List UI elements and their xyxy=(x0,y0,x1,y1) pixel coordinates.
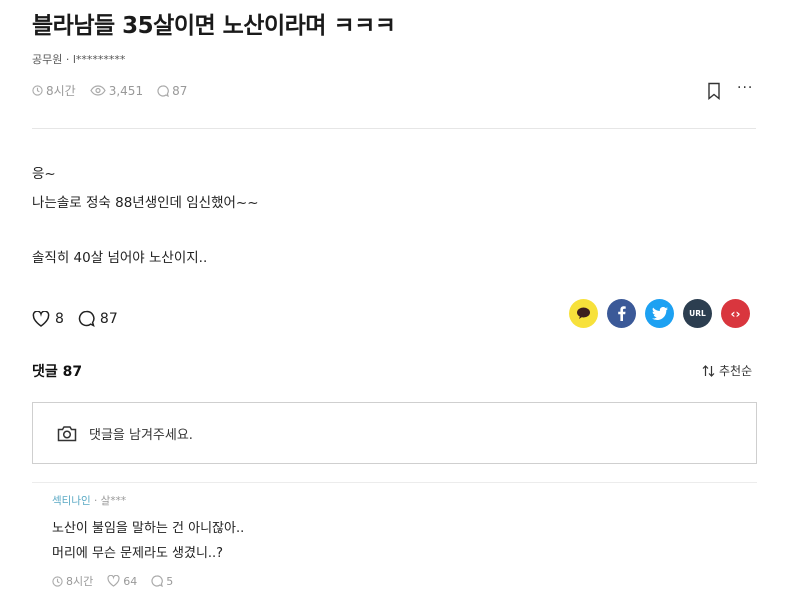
post-views-label: 3,451 xyxy=(108,83,144,98)
sort-label: 추천순 xyxy=(719,364,753,378)
comment-time: 8시간 xyxy=(52,573,93,589)
comment-handle: · 살*** xyxy=(93,495,127,507)
twitter-icon xyxy=(651,307,668,320)
post-reactions: 8 87 xyxy=(32,310,132,327)
comment-icon xyxy=(157,84,169,97)
comment-author[interactable]: 섹티나인 · 살*** xyxy=(52,493,126,508)
facebook-icon xyxy=(618,306,626,321)
divider xyxy=(32,482,757,483)
sort-button[interactable]: 추천순 xyxy=(702,362,752,379)
embed-share-button[interactable]: ‹› xyxy=(721,299,750,328)
eye-icon xyxy=(90,85,106,96)
comment-reply-button[interactable]: 5 xyxy=(151,575,173,588)
post-body-line: 나는솔로 정숙 88년생인데 임신했어~~ xyxy=(32,195,259,211)
post-time: 8시간 xyxy=(32,82,76,99)
comment-text-line: 머리에 무슨 문제라도 생겼니..? xyxy=(52,546,224,561)
comment-input-placeholder: 댓글을 남겨주세요. xyxy=(89,427,193,443)
kakao-share-button[interactable] xyxy=(569,299,598,328)
comment-nickname: 섹티나인 xyxy=(52,495,91,507)
post-comments: 87 xyxy=(157,84,187,98)
comment-input[interactable]: 댓글을 남겨주세요. xyxy=(32,402,757,464)
comment-time-label: 8시간 xyxy=(66,575,94,588)
more-button[interactable]: ··· xyxy=(737,80,753,96)
camera-icon[interactable] xyxy=(57,425,77,442)
comment-like-button[interactable]: 64 xyxy=(107,575,137,588)
twitter-share-button[interactable] xyxy=(645,299,674,328)
heart-icon xyxy=(107,575,120,587)
comment-count: 87 xyxy=(99,310,118,327)
comment-meta: 8시간 64 5 xyxy=(52,573,187,589)
comment-text-line: 노산이 불임을 말하는 건 아니잖아.. xyxy=(52,521,245,536)
comments-header: 댓글 87 xyxy=(32,364,83,380)
url-share-label: URL xyxy=(689,309,706,318)
heart-icon xyxy=(32,310,50,327)
post-body-line: 응~ xyxy=(32,166,56,182)
sort-icon xyxy=(702,364,715,377)
comment-button[interactable]: 87 xyxy=(78,310,118,327)
comment-icon xyxy=(78,310,95,327)
post-time-label: 8시간 xyxy=(46,84,76,98)
url-share-button[interactable]: URL xyxy=(683,299,712,328)
comment-icon xyxy=(151,575,164,587)
post-views: 3,451 xyxy=(90,84,143,98)
post-comments-label: 87 xyxy=(172,83,188,98)
clock-icon xyxy=(32,85,43,96)
comment-reply-count: 5 xyxy=(166,574,174,588)
clock-icon xyxy=(52,575,63,587)
divider xyxy=(32,128,756,129)
comment-like-count: 64 xyxy=(123,574,138,588)
post-author[interactable]: 공무원 · l********* xyxy=(32,51,125,67)
embed-share-label: ‹› xyxy=(730,306,741,321)
bookmark-icon[interactable] xyxy=(706,82,722,100)
post-meta: 8시간 3,451 87 xyxy=(32,82,201,99)
share-buttons: URL ‹› xyxy=(569,299,750,328)
like-button[interactable]: 8 xyxy=(32,310,64,327)
kakaotalk-icon xyxy=(577,307,590,319)
facebook-share-button[interactable] xyxy=(607,299,636,328)
post-body-line: 솔직히 40살 넘어야 노산이지.. xyxy=(32,250,208,266)
post-title: 블라남들 35살이면 노산이라며 ㅋㅋㅋ xyxy=(32,13,396,39)
like-count: 8 xyxy=(55,310,64,327)
